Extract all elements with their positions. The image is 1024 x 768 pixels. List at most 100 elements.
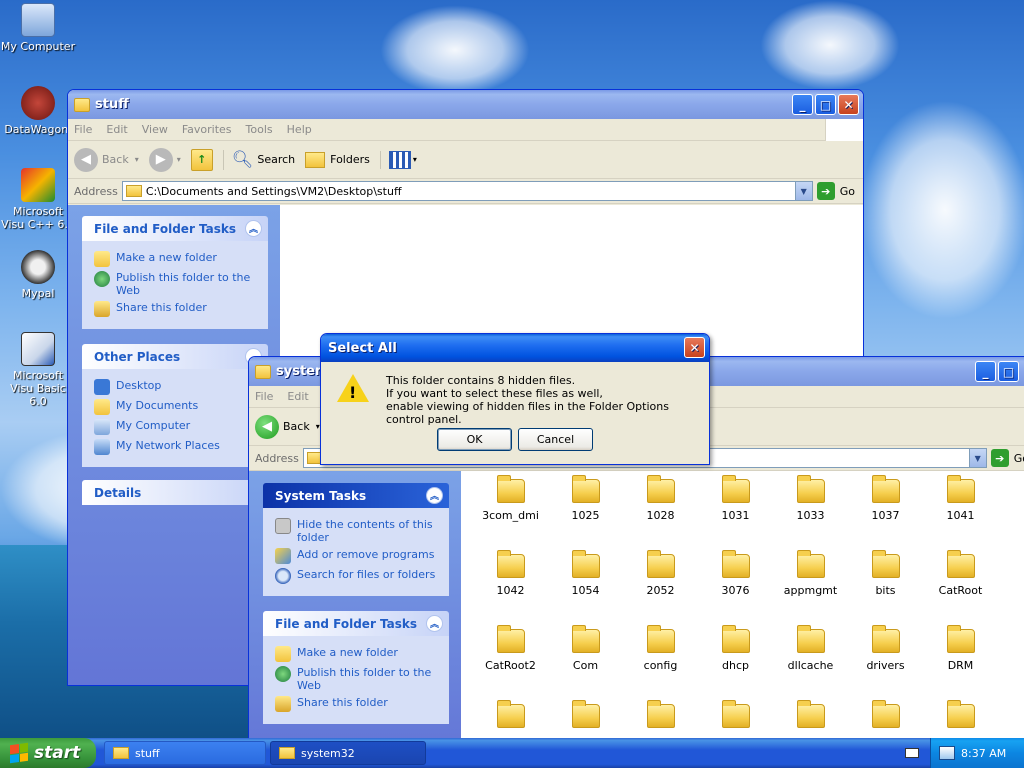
start-button[interactable]: start <box>0 738 96 768</box>
menu-help[interactable]: Help <box>287 123 312 136</box>
folder-item[interactable]: config <box>623 625 698 672</box>
task-hide-contents[interactable]: Hide the contents of this folder <box>275 518 439 544</box>
collapse-icon[interactable]: ︽ <box>245 220 262 237</box>
folder-item[interactable] <box>923 700 998 734</box>
folder-item[interactable]: CatRoot <box>923 550 998 597</box>
task-label: Share this folder <box>116 301 207 314</box>
collapse-icon[interactable]: ︽ <box>426 487 443 504</box>
desktop-icon-msvc[interactable]: Microsoft Visu C++ 6.0 <box>0 168 76 231</box>
panel-title: Details <box>94 485 142 500</box>
folder-icon <box>871 700 900 728</box>
folder-item[interactable] <box>773 700 848 734</box>
task-make-new-folder[interactable]: Make a new folder <box>94 251 258 267</box>
folder-item[interactable]: 1042 <box>473 550 548 597</box>
folder-item[interactable]: 3076 <box>698 550 773 597</box>
address-dropdown-icon[interactable]: ▼ <box>968 449 986 467</box>
dialog-close-button[interactable]: ✕ <box>684 337 705 358</box>
task-publish-folder[interactable]: Publish this folder to the Web <box>275 666 439 692</box>
folder-item[interactable]: 1028 <box>623 475 698 522</box>
desktop-icon-my-computer[interactable]: My Computer <box>0 3 76 53</box>
folder-item[interactable]: 1033 <box>773 475 848 522</box>
menu-view[interactable]: View <box>142 123 168 136</box>
place-my-computer[interactable]: My Computer <box>94 419 258 435</box>
menu-edit[interactable]: Edit <box>106 123 127 136</box>
folder-item[interactable]: 1041 <box>923 475 998 522</box>
folder-item[interactable] <box>548 700 623 734</box>
back-button[interactable]: ◀ Back ▾ <box>74 147 139 172</box>
panel-header[interactable]: System Tasks ︽ <box>263 483 449 508</box>
panel-header[interactable]: Other Places ︽ <box>82 344 268 369</box>
cancel-button[interactable]: Cancel <box>518 428 593 451</box>
menu-tools[interactable]: Tools <box>246 123 273 136</box>
task-make-new-folder[interactable]: Make a new folder <box>275 646 439 662</box>
folder-item[interactable]: drivers <box>848 625 923 672</box>
task-share-folder[interactable]: Share this folder <box>94 301 258 317</box>
menu-file[interactable]: File <box>255 390 273 403</box>
folder-item[interactable]: 1025 <box>548 475 623 522</box>
go-button[interactable]: ➔ Go <box>816 182 855 200</box>
views-icon <box>388 150 411 169</box>
network-tray-icon[interactable] <box>939 746 955 760</box>
ok-button[interactable]: OK <box>437 428 512 451</box>
search-button[interactable]: 🔍︎ Search <box>222 149 295 170</box>
taskbar-item-stuff[interactable]: stuff <box>104 741 266 765</box>
panel-header[interactable]: File and Folder Tasks ︽ <box>263 611 449 636</box>
menu-favorites[interactable]: Favorites <box>182 123 232 136</box>
forward-button[interactable]: ▶ ▾ <box>148 147 181 172</box>
folder-item[interactable] <box>698 700 773 734</box>
folder-item[interactable]: Com <box>548 625 623 672</box>
folder-item[interactable]: DRM <box>923 625 998 672</box>
folder-icon <box>946 550 975 578</box>
desktop-icon-mypal[interactable]: Mypal <box>0 250 76 300</box>
maximize-button[interactable]: □ <box>998 361 1019 382</box>
folder-item[interactable]: CatRoot2 <box>473 625 548 672</box>
folder-item[interactable] <box>848 700 923 734</box>
clock[interactable]: 8:37 AM <box>961 747 1006 760</box>
desktop-icon-vb6[interactable]: Microsoft Visu Basic 6.0 <box>0 332 76 408</box>
address-input[interactable]: C:\Documents and Settings\VM2\Desktop\st… <box>121 181 813 201</box>
folder-item[interactable]: 1037 <box>848 475 923 522</box>
place-desktop[interactable]: Desktop <box>94 379 258 395</box>
desktop-icon-datawagon[interactable]: DataWagon. <box>0 86 76 136</box>
taskbar-item-system32[interactable]: system32 <box>270 741 426 765</box>
folder-label: bits <box>875 584 896 597</box>
menu-file[interactable]: File <box>74 123 92 136</box>
folder-item[interactable] <box>623 700 698 734</box>
folders-button[interactable]: Folders <box>305 151 370 168</box>
close-button[interactable]: ✕ <box>838 94 859 115</box>
task-add-remove-programs[interactable]: Add or remove programs <box>275 548 439 564</box>
address-dropdown-icon[interactable]: ▼ <box>794 182 812 200</box>
folder-item[interactable] <box>473 700 548 734</box>
folder-item[interactable]: appmgmt <box>773 550 848 597</box>
minimize-button[interactable]: _ <box>792 94 813 115</box>
back-button[interactable]: ◀ Back ▾ <box>255 414 320 439</box>
task-publish-folder[interactable]: Publish this folder to the Web <box>94 271 258 297</box>
up-button[interactable]: ↑ <box>190 148 213 171</box>
folder-item[interactable]: dllcache <box>773 625 848 672</box>
minimize-button[interactable]: _ <box>975 361 996 382</box>
collapse-icon[interactable]: ︽ <box>426 615 443 632</box>
folder-icon <box>796 550 825 578</box>
stuff-titlebar[interactable]: stuff _ □ ✕ <box>68 90 863 119</box>
panel-header[interactable]: Details <box>82 480 268 505</box>
maximize-button[interactable]: □ <box>815 94 836 115</box>
task-search-files[interactable]: Search for files or folders <box>275 568 439 584</box>
menu-edit[interactable]: Edit <box>287 390 308 403</box>
folder-item[interactable]: bits <box>848 550 923 597</box>
folder-item[interactable]: 3com_dmi <box>473 475 548 522</box>
folder-label: appmgmt <box>783 584 838 597</box>
place-my-documents[interactable]: My Documents <box>94 399 258 415</box>
task-share-folder[interactable]: Share this folder <box>275 696 439 712</box>
place-network[interactable]: My Network Places <box>94 439 258 455</box>
panel-header[interactable]: File and Folder Tasks ︽ <box>82 216 268 241</box>
dialog-titlebar[interactable]: Select All ✕ <box>321 334 709 362</box>
folder-item[interactable]: 1031 <box>698 475 773 522</box>
folder-item[interactable]: 2052 <box>623 550 698 597</box>
folder-item[interactable]: 1054 <box>548 550 623 597</box>
folder-item[interactable]: dhcp <box>698 625 773 672</box>
system32-content-area[interactable]: 3com_dmi 1025 1028 1031 1033 1037 1041 1042 1054… <box>461 471 1024 755</box>
visual-cpp-icon <box>21 168 55 202</box>
views-button[interactable]: ▾ <box>379 150 417 169</box>
go-button[interactable]: ➔ Go <box>990 449 1024 467</box>
keyboard-icon[interactable] <box>905 748 919 758</box>
